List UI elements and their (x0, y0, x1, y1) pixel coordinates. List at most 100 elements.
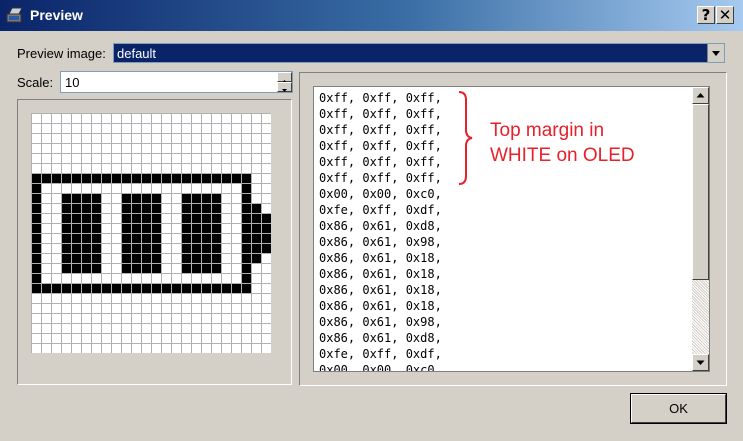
pixel-on (71, 263, 81, 273)
pixel-on (241, 243, 251, 253)
scale-down-button[interactable] (277, 82, 292, 92)
pixel-on (61, 193, 71, 203)
preview-image-label: Preview image: (17, 46, 106, 61)
pixel-on (61, 213, 71, 223)
pixel-on (131, 213, 141, 223)
pixel-on (81, 213, 91, 223)
scroll-up-button[interactable] (692, 87, 709, 104)
pixel-on (201, 253, 211, 263)
pixel-on (91, 283, 101, 293)
pixel-on (191, 233, 201, 243)
pixel-on (31, 243, 41, 253)
pixel-on (171, 283, 181, 293)
pixel-on (251, 233, 261, 243)
pixel-on (71, 203, 81, 213)
pixel-on (121, 223, 131, 233)
pixel-on (141, 213, 151, 223)
scroll-thumb[interactable] (692, 104, 709, 280)
pixel-on (251, 203, 261, 213)
pixel-on (101, 283, 111, 293)
pixel-on (201, 203, 211, 213)
pixel-on (241, 193, 251, 203)
pixel-on (201, 233, 211, 243)
pixel-on (61, 233, 71, 243)
pixel-on (161, 173, 171, 183)
pixel-on (61, 243, 71, 253)
code-line: 0xfe, 0xff, 0xdf, (319, 347, 442, 361)
pixel-on (141, 253, 151, 263)
pixel-on (191, 223, 201, 233)
pixel-on (51, 283, 61, 293)
pixel-on (61, 203, 71, 213)
pixel-on (131, 173, 141, 183)
code-line: 0xff, 0xff, 0xff, (319, 91, 442, 105)
pixel-on (71, 283, 81, 293)
preview-image-select[interactable]: default (113, 43, 725, 63)
pixel-on (201, 193, 211, 203)
pixel-on (31, 213, 41, 223)
pixel-on (181, 283, 191, 293)
pixel-on (131, 263, 141, 273)
pixel-on (211, 173, 221, 183)
ok-button[interactable]: OK (630, 393, 727, 424)
pixel-on (71, 213, 81, 223)
vertical-scrollbar[interactable] (692, 87, 709, 371)
title-bar: Preview ? ✕ (0, 0, 743, 31)
pixel-on (181, 253, 191, 263)
pixel-on (241, 253, 251, 263)
pixel-on (61, 253, 71, 263)
pixel-on (51, 173, 61, 183)
pixel-on (141, 203, 151, 213)
scale-spinbox[interactable]: 10 (60, 71, 293, 93)
pixel-on (261, 223, 271, 233)
pixel-on (161, 283, 171, 293)
pixel-on (201, 263, 211, 273)
pixel-on (31, 173, 41, 183)
code-line: 0x86, 0x61, 0x18, (319, 299, 442, 313)
pixel-on (71, 173, 81, 183)
pixel-on (151, 253, 161, 263)
pixel-on (151, 193, 161, 203)
pixel-on (71, 253, 81, 263)
pixel-on (91, 213, 101, 223)
pixel-on (151, 203, 161, 213)
dropdown-arrow-button[interactable] (707, 44, 724, 62)
pixel-on (211, 193, 221, 203)
pixel-on (61, 173, 71, 183)
help-button[interactable]: ? (697, 6, 715, 24)
pixel-on (41, 173, 51, 183)
pixel-on (121, 213, 131, 223)
code-line: 0xfe, 0xff, 0xdf, (319, 203, 442, 217)
pixel-on (181, 233, 191, 243)
window-title: Preview (30, 7, 83, 23)
pixel-on (111, 173, 121, 183)
pixel-on (31, 223, 41, 233)
arrow-down-icon (696, 360, 705, 365)
pixel-on (231, 283, 241, 293)
pixel-on (31, 283, 41, 293)
pixel-on (201, 243, 211, 253)
pixel-on (71, 243, 81, 253)
scroll-down-button[interactable] (692, 354, 709, 371)
pixel-on (131, 223, 141, 233)
close-button[interactable]: ✕ (716, 6, 734, 24)
pixel-on (241, 223, 251, 233)
pixel-on (241, 263, 251, 273)
pixel-on (251, 243, 261, 253)
pixel-on (31, 193, 41, 203)
pixel-on (151, 233, 161, 243)
pixel-on (91, 243, 101, 253)
scale-label: Scale: (17, 75, 54, 90)
pixel-on (241, 283, 251, 293)
pixel-on (81, 203, 91, 213)
pixel-on (131, 203, 141, 213)
pixel-on (31, 183, 41, 193)
scroll-track[interactable] (692, 280, 709, 354)
pixel-on (171, 173, 181, 183)
pixel-on (191, 193, 201, 203)
pixel-on (181, 203, 191, 213)
pixel-on (131, 243, 141, 253)
scale-up-button[interactable] (277, 72, 292, 83)
pixel-on (151, 223, 161, 233)
pixel-on (151, 283, 161, 293)
